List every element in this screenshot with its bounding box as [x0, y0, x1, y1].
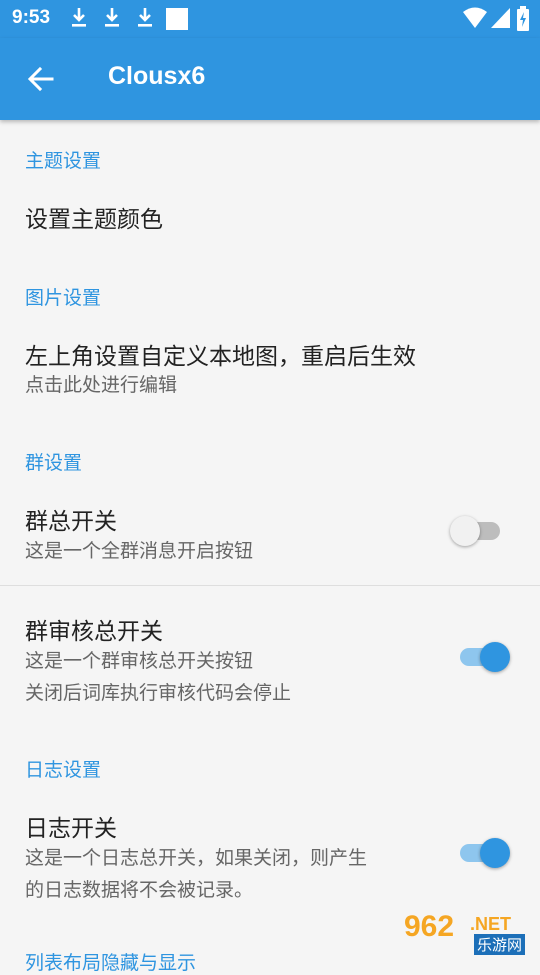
setting-title: 日志开关: [25, 816, 117, 842]
group-master-toggle[interactable]: [450, 510, 514, 550]
download-icon: [72, 8, 86, 27]
setting-subtitle: 关闭后词库执行审核代码会停止: [25, 682, 292, 704]
setting-subtitle: 这是一个群审核总开关按钮: [25, 650, 254, 672]
toggle-thumb: [480, 642, 510, 672]
section-header-log: 日志设置: [25, 759, 102, 781]
toggle-thumb: [480, 838, 510, 868]
section-header-theme: 主题设置: [25, 150, 102, 172]
setting-title: 左上角设置自定义本地图，重启后生效: [25, 344, 416, 370]
log-toggle[interactable]: [450, 832, 514, 872]
setting-title: 群总开关: [25, 509, 117, 535]
download-icon: [138, 8, 152, 27]
setting-title: 设置主题颜色: [25, 207, 163, 233]
setting-subtitle: 的日志数据将不会被记录。: [25, 879, 254, 901]
setting-title: 群审核总开关: [25, 619, 163, 645]
group-review-toggle[interactable]: [450, 636, 514, 676]
battery-icon: [517, 6, 529, 31]
watermark-site: 乐游网: [474, 934, 526, 955]
divider: [0, 585, 540, 586]
site-watermark: 962 .NET 乐游网: [400, 910, 532, 956]
status-time: 9:53: [12, 7, 51, 28]
notification-square-icon: [166, 8, 188, 30]
section-header-group: 群设置: [25, 452, 83, 474]
section-header-list: 列表布局隐藏与显示: [25, 952, 197, 974]
cell-signal-icon: [491, 8, 510, 28]
section-header-image: 图片设置: [25, 287, 102, 309]
app-bar: Clousx6: [0, 38, 540, 120]
status-bar: 9:53: [0, 0, 540, 38]
wifi-icon: [463, 7, 487, 28]
page-title: Clousx6: [108, 62, 206, 90]
watermark-number: 962: [404, 910, 455, 943]
back-arrow-icon[interactable]: [24, 62, 58, 96]
download-icon: [105, 8, 119, 27]
setting-subtitle: 这是一个全群消息开启按钮: [25, 540, 254, 562]
setting-subtitle: 点击此处进行编辑: [25, 374, 178, 396]
toggle-thumb: [450, 516, 480, 546]
setting-subtitle: 这是一个日志总开关，如果关闭，则产生: [25, 847, 368, 869]
watermark-suffix: .NET: [470, 914, 512, 934]
